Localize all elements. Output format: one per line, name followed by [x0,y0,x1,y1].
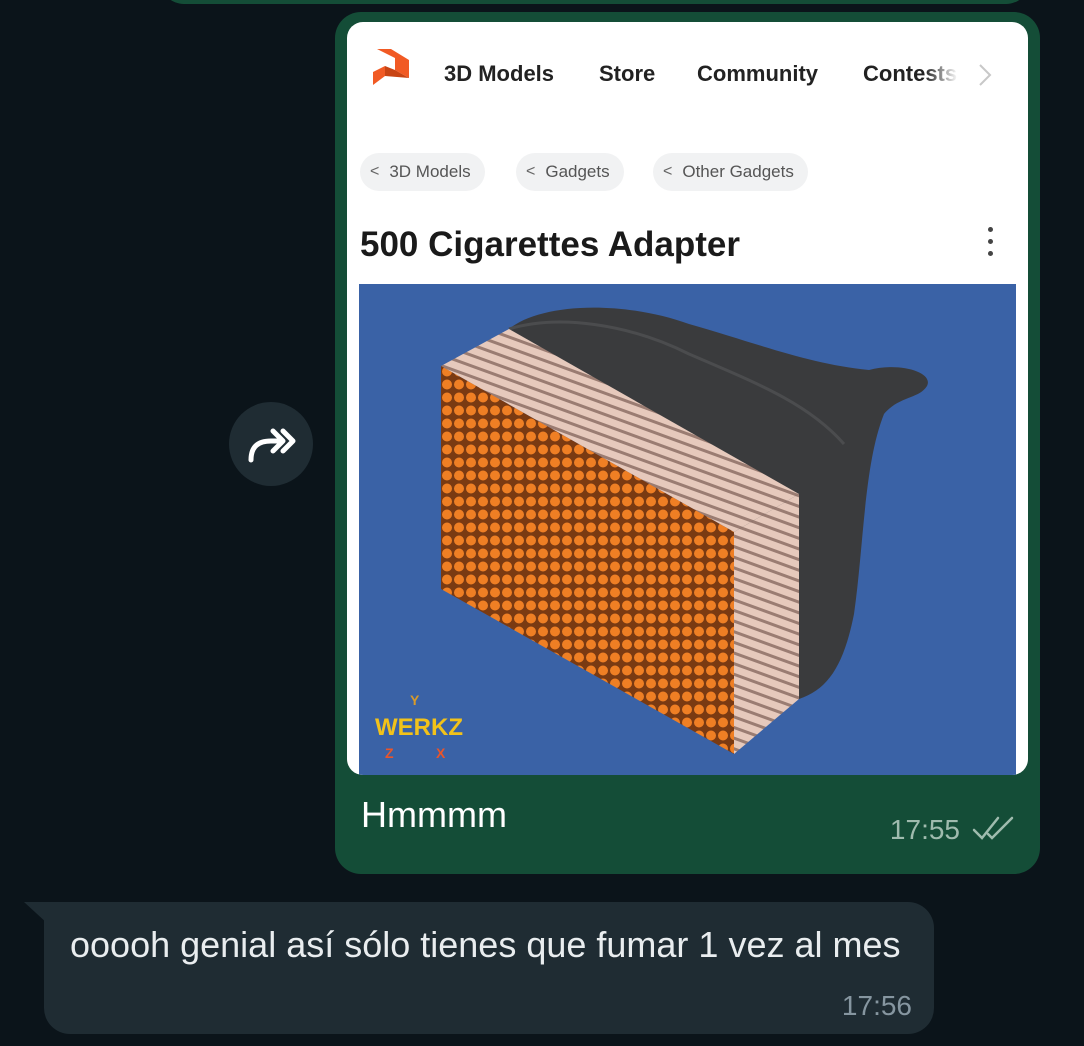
outgoing-message-text: Hmmmm [361,794,507,835]
forward-button[interactable] [229,402,313,486]
breadcrumb-label: Gadgets [545,162,610,181]
nav-3d-models[interactable]: 3D Models [444,61,554,87]
incoming-message-text: ooooh genial así sólo tienes que fumar 1… [70,924,901,965]
axis-label-z: Z [385,745,394,761]
page-title: 500 Cigarettes Adapter [360,225,740,264]
incoming-message-bubble: ooooh genial así sólo tienes que fumar 1… [44,902,934,1034]
breadcrumb-other-gadgets[interactable]: < Other Gadgets [653,153,808,191]
outgoing-message-bubble: 3D Models Store Community Contests < 3D … [335,12,1040,874]
double-check-icon [972,816,1014,840]
chevron-right-icon[interactable] [975,62,995,88]
kebab-menu-icon[interactable] [983,224,997,264]
nav-contests[interactable]: Contests [863,61,958,87]
chevron-left-icon: < [526,163,536,180]
shared-page-screenshot[interactable]: 3D Models Store Community Contests < 3D … [347,22,1028,775]
previous-message-bubble [160,0,1030,4]
breadcrumb-label: Other Gadgets [682,162,794,181]
breadcrumb-label: 3D Models [389,162,471,181]
werkz-watermark: WERKZ [375,714,463,741]
nav-community[interactable]: Community [697,61,818,87]
chevron-left-icon: < [370,163,380,180]
incoming-message-time: 17:56 [841,990,912,1021]
axis-label-x: X [436,745,446,761]
nav-store[interactable]: Store [599,61,655,87]
breadcrumb-3d-models[interactable]: < 3D Models [360,153,485,191]
printables-logo-icon[interactable] [371,46,411,86]
model-render-image[interactable]: WERKZ Y Z X [359,284,1016,775]
chevron-left-icon: < [663,163,673,180]
outgoing-message-time: 17:55 [889,814,960,845]
breadcrumb-gadgets[interactable]: < Gadgets [516,153,624,191]
forward-icon [248,428,296,463]
axis-label-y: Y [410,692,420,708]
